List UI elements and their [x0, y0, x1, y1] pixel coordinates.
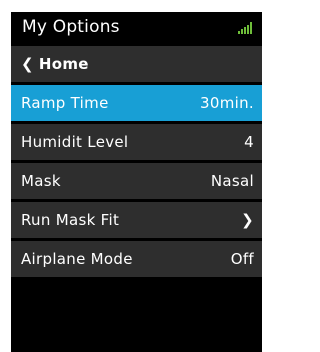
- menu-item-mask[interactable]: Mask Nasal: [11, 163, 262, 199]
- menu-item-value: 30min.: [200, 94, 254, 112]
- chevron-right-icon: ❯: [241, 211, 254, 229]
- menu-item-label: Humidit Level: [21, 133, 129, 151]
- menu-item-run-mask-fit[interactable]: Run Mask Fit ❯: [11, 202, 262, 238]
- back-home-button[interactable]: ❮ Home: [11, 46, 262, 82]
- menu-item-humidity-level[interactable]: Humidit Level 4: [11, 124, 262, 160]
- status-bar: My Options: [11, 12, 262, 42]
- menu-item-label: Airplane Mode: [21, 250, 133, 268]
- options-menu: ❮ Home Ramp Time 30min. Humidit Level 4 M…: [11, 46, 262, 280]
- menu-item-label: Run Mask Fit: [21, 211, 120, 229]
- menu-item-label: Ramp Time: [21, 94, 109, 112]
- menu-item-label: Mask: [21, 172, 61, 190]
- menu-item-ramp-time[interactable]: Ramp Time 30min.: [11, 85, 262, 121]
- menu-item-value: Nasal: [210, 172, 254, 190]
- back-home-label: Home: [38, 55, 89, 73]
- back-home-label-group: ❮ Home: [21, 46, 89, 82]
- device-frame: My Options ❮ Home Ramp Time 30min. Humidi…: [0, 0, 262, 352]
- chevron-left-icon: ❮: [21, 55, 34, 73]
- device-screen: My Options ❮ Home Ramp Time 30min. Humidi…: [11, 12, 262, 352]
- menu-item-value: Off: [230, 250, 254, 268]
- menu-item-value: 4: [244, 133, 254, 151]
- signal-bars-icon: [238, 22, 252, 34]
- screen-title: My Options: [22, 17, 120, 37]
- menu-item-airplane-mode[interactable]: Airplane Mode Off: [11, 241, 262, 277]
